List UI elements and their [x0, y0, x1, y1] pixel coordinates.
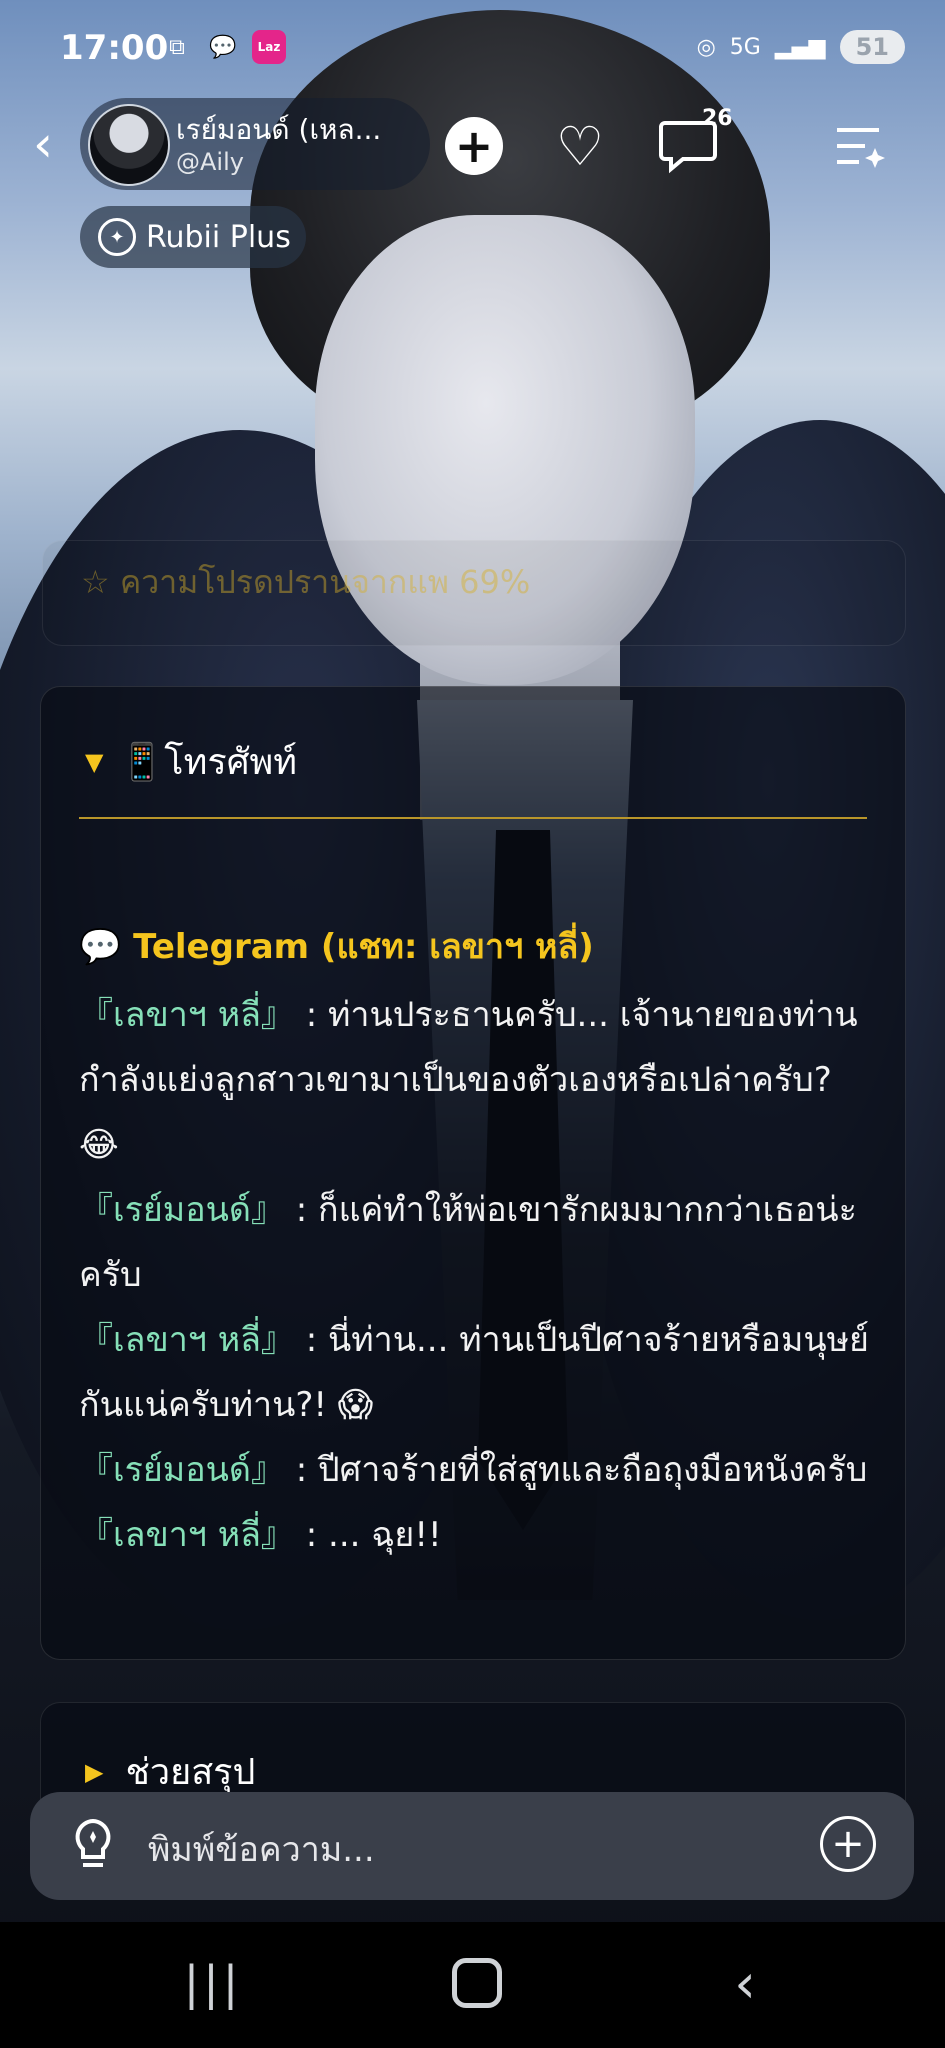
message: 『เรย์มอนด์』 : ปีศาจร้ายที่ใส่สูทและถือถุ…: [79, 1438, 879, 1503]
heart-icon: ♡: [555, 114, 605, 178]
message: 『เลขาฯ หลี่』 : ... ฉุย!!: [79, 1503, 879, 1568]
message-speaker: 『เลขาฯ หลี่』: [79, 1515, 295, 1555]
message-text: : ... ฉุย!!: [294, 1515, 442, 1555]
divider: [79, 817, 867, 819]
message-text: : ปีศาจร้ายที่ใส่สูทและถือถุงมือหนังครับ: [284, 1450, 868, 1490]
chat-bubbles-icon: 💬: [209, 34, 237, 60]
character-profile-chip[interactable]: เรย์มอนด์ (เหล... @Aily: [80, 98, 430, 190]
message: 『เรย์มอนด์』 : ก็แค่ทำให้พ่อเขารักผมมากกว…: [79, 1178, 879, 1308]
menu-button[interactable]: [822, 108, 898, 184]
follow-button[interactable]: +: [436, 108, 512, 184]
affection-text: ☆ ความโปรดปรานจากแพ 69%: [81, 563, 531, 601]
message-speaker: 『เรย์มอนด์』: [79, 1190, 285, 1230]
chevron-left-icon: ‹: [33, 115, 53, 173]
chat-messages: 『เลขาฯ หลี่』 : ท่านประธานครับ... เจ้านาย…: [79, 983, 879, 1568]
rubii-logo-icon: ✦: [98, 218, 136, 256]
message: 『เลขาฯ หลี่』 : นี่ท่าน... ท่านเป็นปีศาจร…: [79, 1308, 879, 1438]
rubii-plus-badge[interactable]: ✦ Rubii Plus: [80, 206, 306, 268]
message-speaker: 『เลขาฯ หลี่』: [79, 995, 295, 1035]
plus-icon: +: [445, 117, 503, 175]
creator-handle: @Aily: [176, 148, 244, 176]
lightbulb-icon[interactable]: [64, 1816, 122, 1874]
screenshot-icon: ⧉: [169, 34, 185, 60]
recent-apps-button[interactable]: |||: [168, 1948, 258, 2018]
system-navigation-bar: ||| ‹: [0, 1922, 945, 2048]
phone-card-header[interactable]: ▼ 📱โทรศัพท์: [85, 733, 297, 790]
clock: 17:00: [60, 28, 169, 68]
phone-card: ▼ 📱โทรศัพท์ 💬 Telegram (แชท: เลขาฯ หลี่)…: [40, 686, 906, 1660]
lazada-icon: Laz: [252, 30, 286, 64]
home-button[interactable]: [432, 1948, 522, 2018]
message-speaker: 『เลขาฯ หลี่』: [79, 1320, 295, 1360]
rubii-plus-label: Rubii Plus: [146, 219, 291, 255]
affection-card: ☆ ความโปรดปรานจากแพ 69%: [42, 540, 906, 646]
triangle-right-icon: ▶: [85, 1757, 104, 1786]
battery-indicator: 51: [839, 30, 905, 64]
comment-count: 26: [702, 106, 733, 131]
avatar: [88, 104, 170, 186]
network-label: 5G: [729, 34, 761, 60]
message: 『เลขาฯ หลี่』 : ท่านประธานครับ... เจ้านาย…: [79, 983, 879, 1178]
chevron-left-icon: ‹: [734, 1951, 756, 2015]
message-input[interactable]: พิมพ์ข้อความ...: [148, 1822, 375, 1876]
triangle-down-icon: ▼: [85, 747, 104, 776]
status-bar: 17:00 ⧉ 💬 Laz ◎ 5G ▂▄▆ 51: [0, 0, 945, 100]
signal-icon: ▂▄▆: [774, 34, 826, 60]
phone-card-title: 📱โทรศัพท์: [119, 742, 298, 783]
system-back-button[interactable]: ‹: [700, 1948, 790, 2018]
add-attachment-button[interactable]: +: [820, 1816, 876, 1872]
character-name: เรย์มอนด์ (เหล...: [176, 113, 382, 146]
hotspot-icon: ◎: [696, 34, 716, 60]
message-speaker: 『เรย์มอนด์』: [79, 1450, 285, 1490]
like-button[interactable]: ♡: [542, 108, 618, 184]
plus-icon: +: [831, 1821, 865, 1867]
chat-title: 💬 Telegram (แชท: เลขาฯ หลี่): [79, 927, 594, 967]
recent-apps-icon: |||: [183, 1956, 243, 2010]
home-icon: [452, 1958, 502, 2008]
message-input-bar[interactable]: พิมพ์ข้อความ... +: [30, 1792, 914, 1900]
back-button[interactable]: ‹: [18, 112, 68, 176]
playlist-menu-icon: [837, 128, 885, 168]
